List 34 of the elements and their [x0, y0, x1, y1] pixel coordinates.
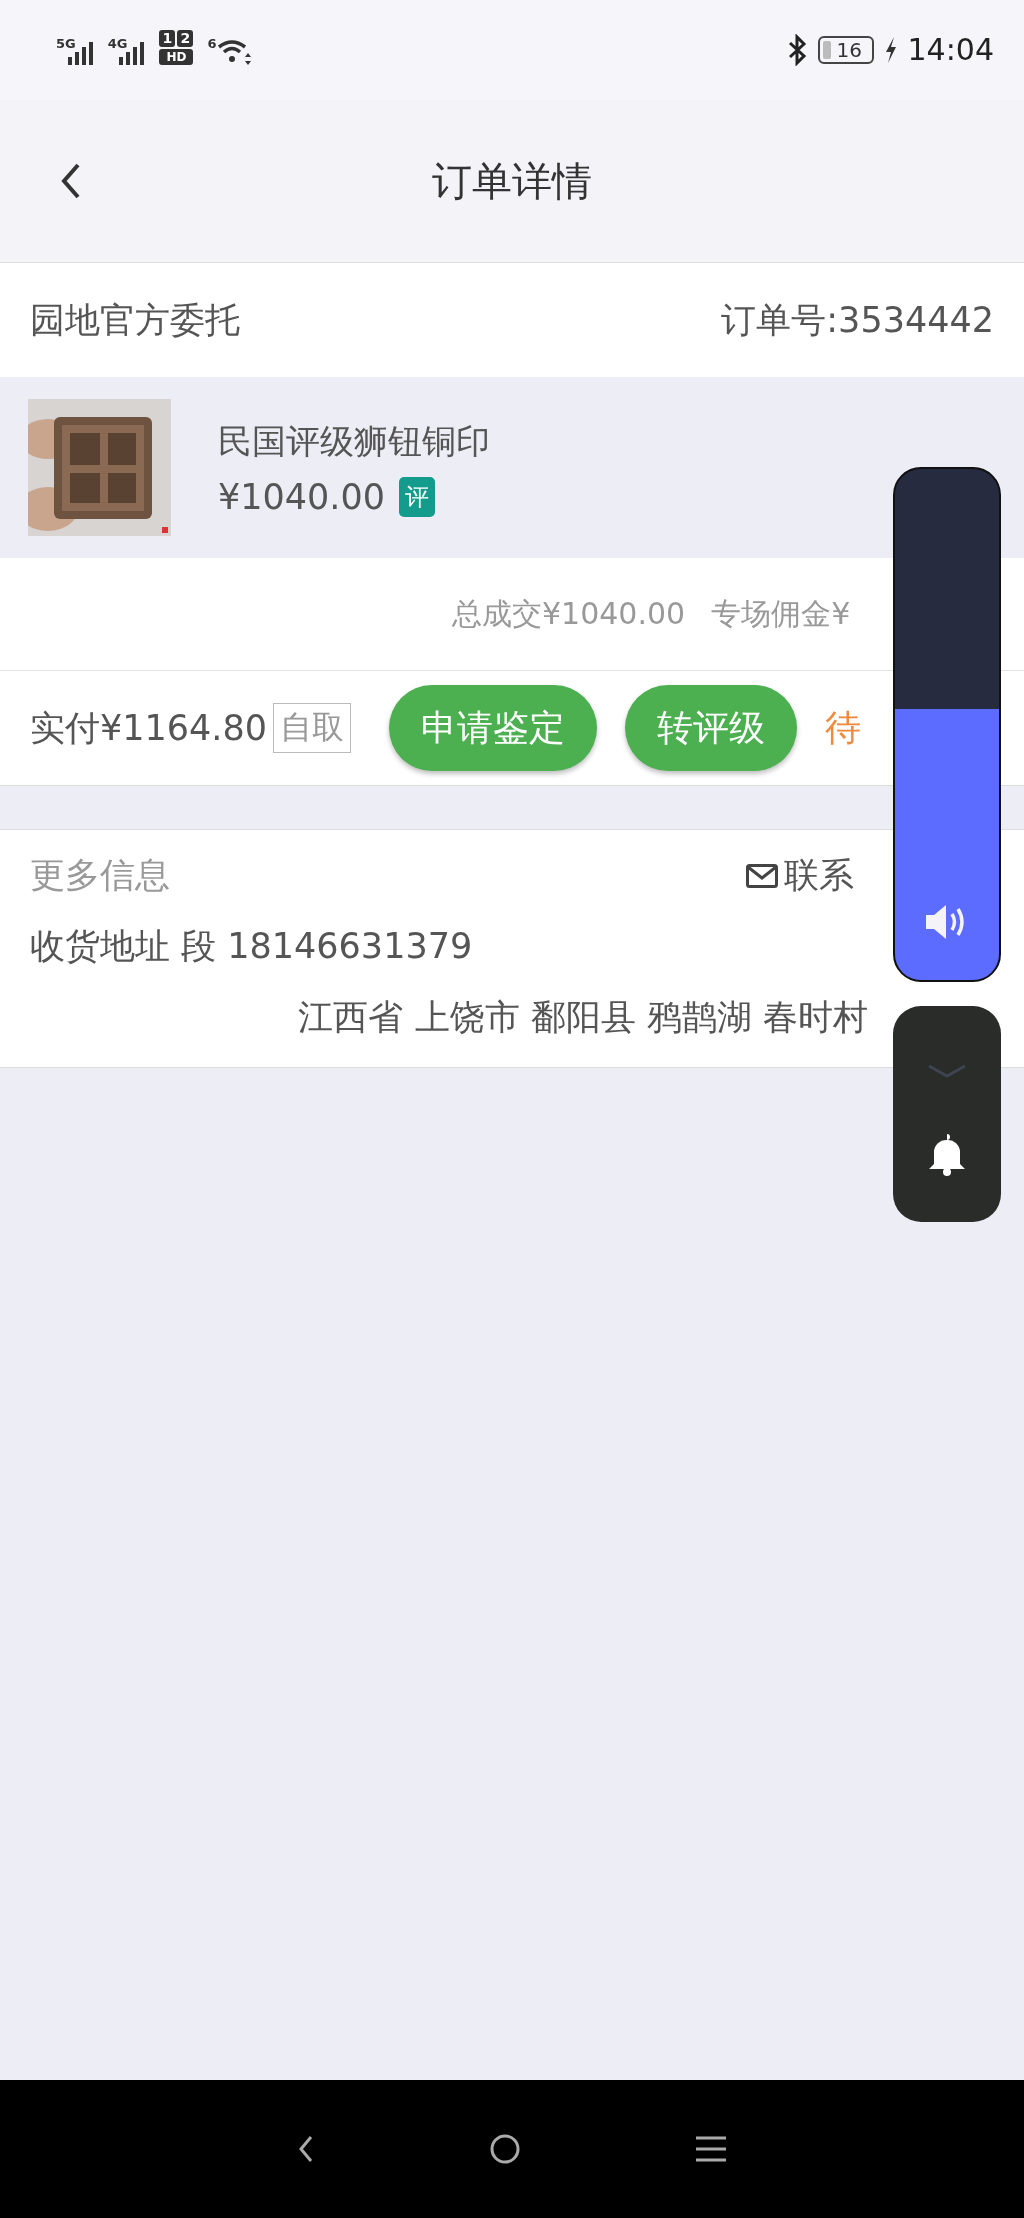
back-icon	[60, 162, 82, 200]
hd-label: HD	[159, 49, 194, 65]
mail-icon	[746, 863, 778, 888]
grade-badge: 评	[399, 476, 435, 517]
product-price: ¥1040.00	[218, 476, 385, 517]
section-label: 更多信息	[30, 854, 170, 897]
wifi-icon	[217, 37, 252, 65]
contact-link[interactable]: 联系	[746, 852, 854, 899]
charging-icon	[883, 35, 898, 64]
chevron-icon	[927, 1062, 967, 1079]
wifi-label: 6	[207, 37, 217, 50]
address-text: 江西省 上饶市 鄱阳县 鸦鹊湖 春时村	[298, 996, 868, 1039]
order-status: 待	[825, 705, 861, 750]
battery-level: 16	[836, 37, 862, 62]
home-icon	[489, 2133, 521, 2165]
delivery-tag: 自取	[273, 703, 351, 753]
summary-text: 总成交¥1040.00	[452, 594, 686, 633]
bell-icon	[927, 1131, 967, 1176]
order-source: 园地官方委托	[30, 298, 240, 342]
battery-fill	[822, 40, 831, 59]
address-label: 收货地址 段 18146631379	[30, 925, 474, 968]
back-icon	[297, 2135, 314, 2163]
summary-text: 专场佣金¥	[711, 594, 851, 633]
menu-icon	[696, 2136, 727, 2162]
product-name: 民国评级狮钮铜印	[218, 419, 490, 463]
network-label: 5G	[56, 37, 76, 50]
clock: 14:04	[907, 32, 994, 67]
sim-number: 1	[159, 30, 176, 47]
order-number: 订单号:3534442	[721, 298, 994, 342]
page-title: 订单详情	[432, 156, 592, 206]
volume-slider[interactable]	[893, 467, 1001, 982]
sim-number: 2	[177, 30, 194, 47]
paid-amount: 实付¥1164.80	[30, 706, 267, 750]
network-label: 4G	[107, 37, 128, 50]
